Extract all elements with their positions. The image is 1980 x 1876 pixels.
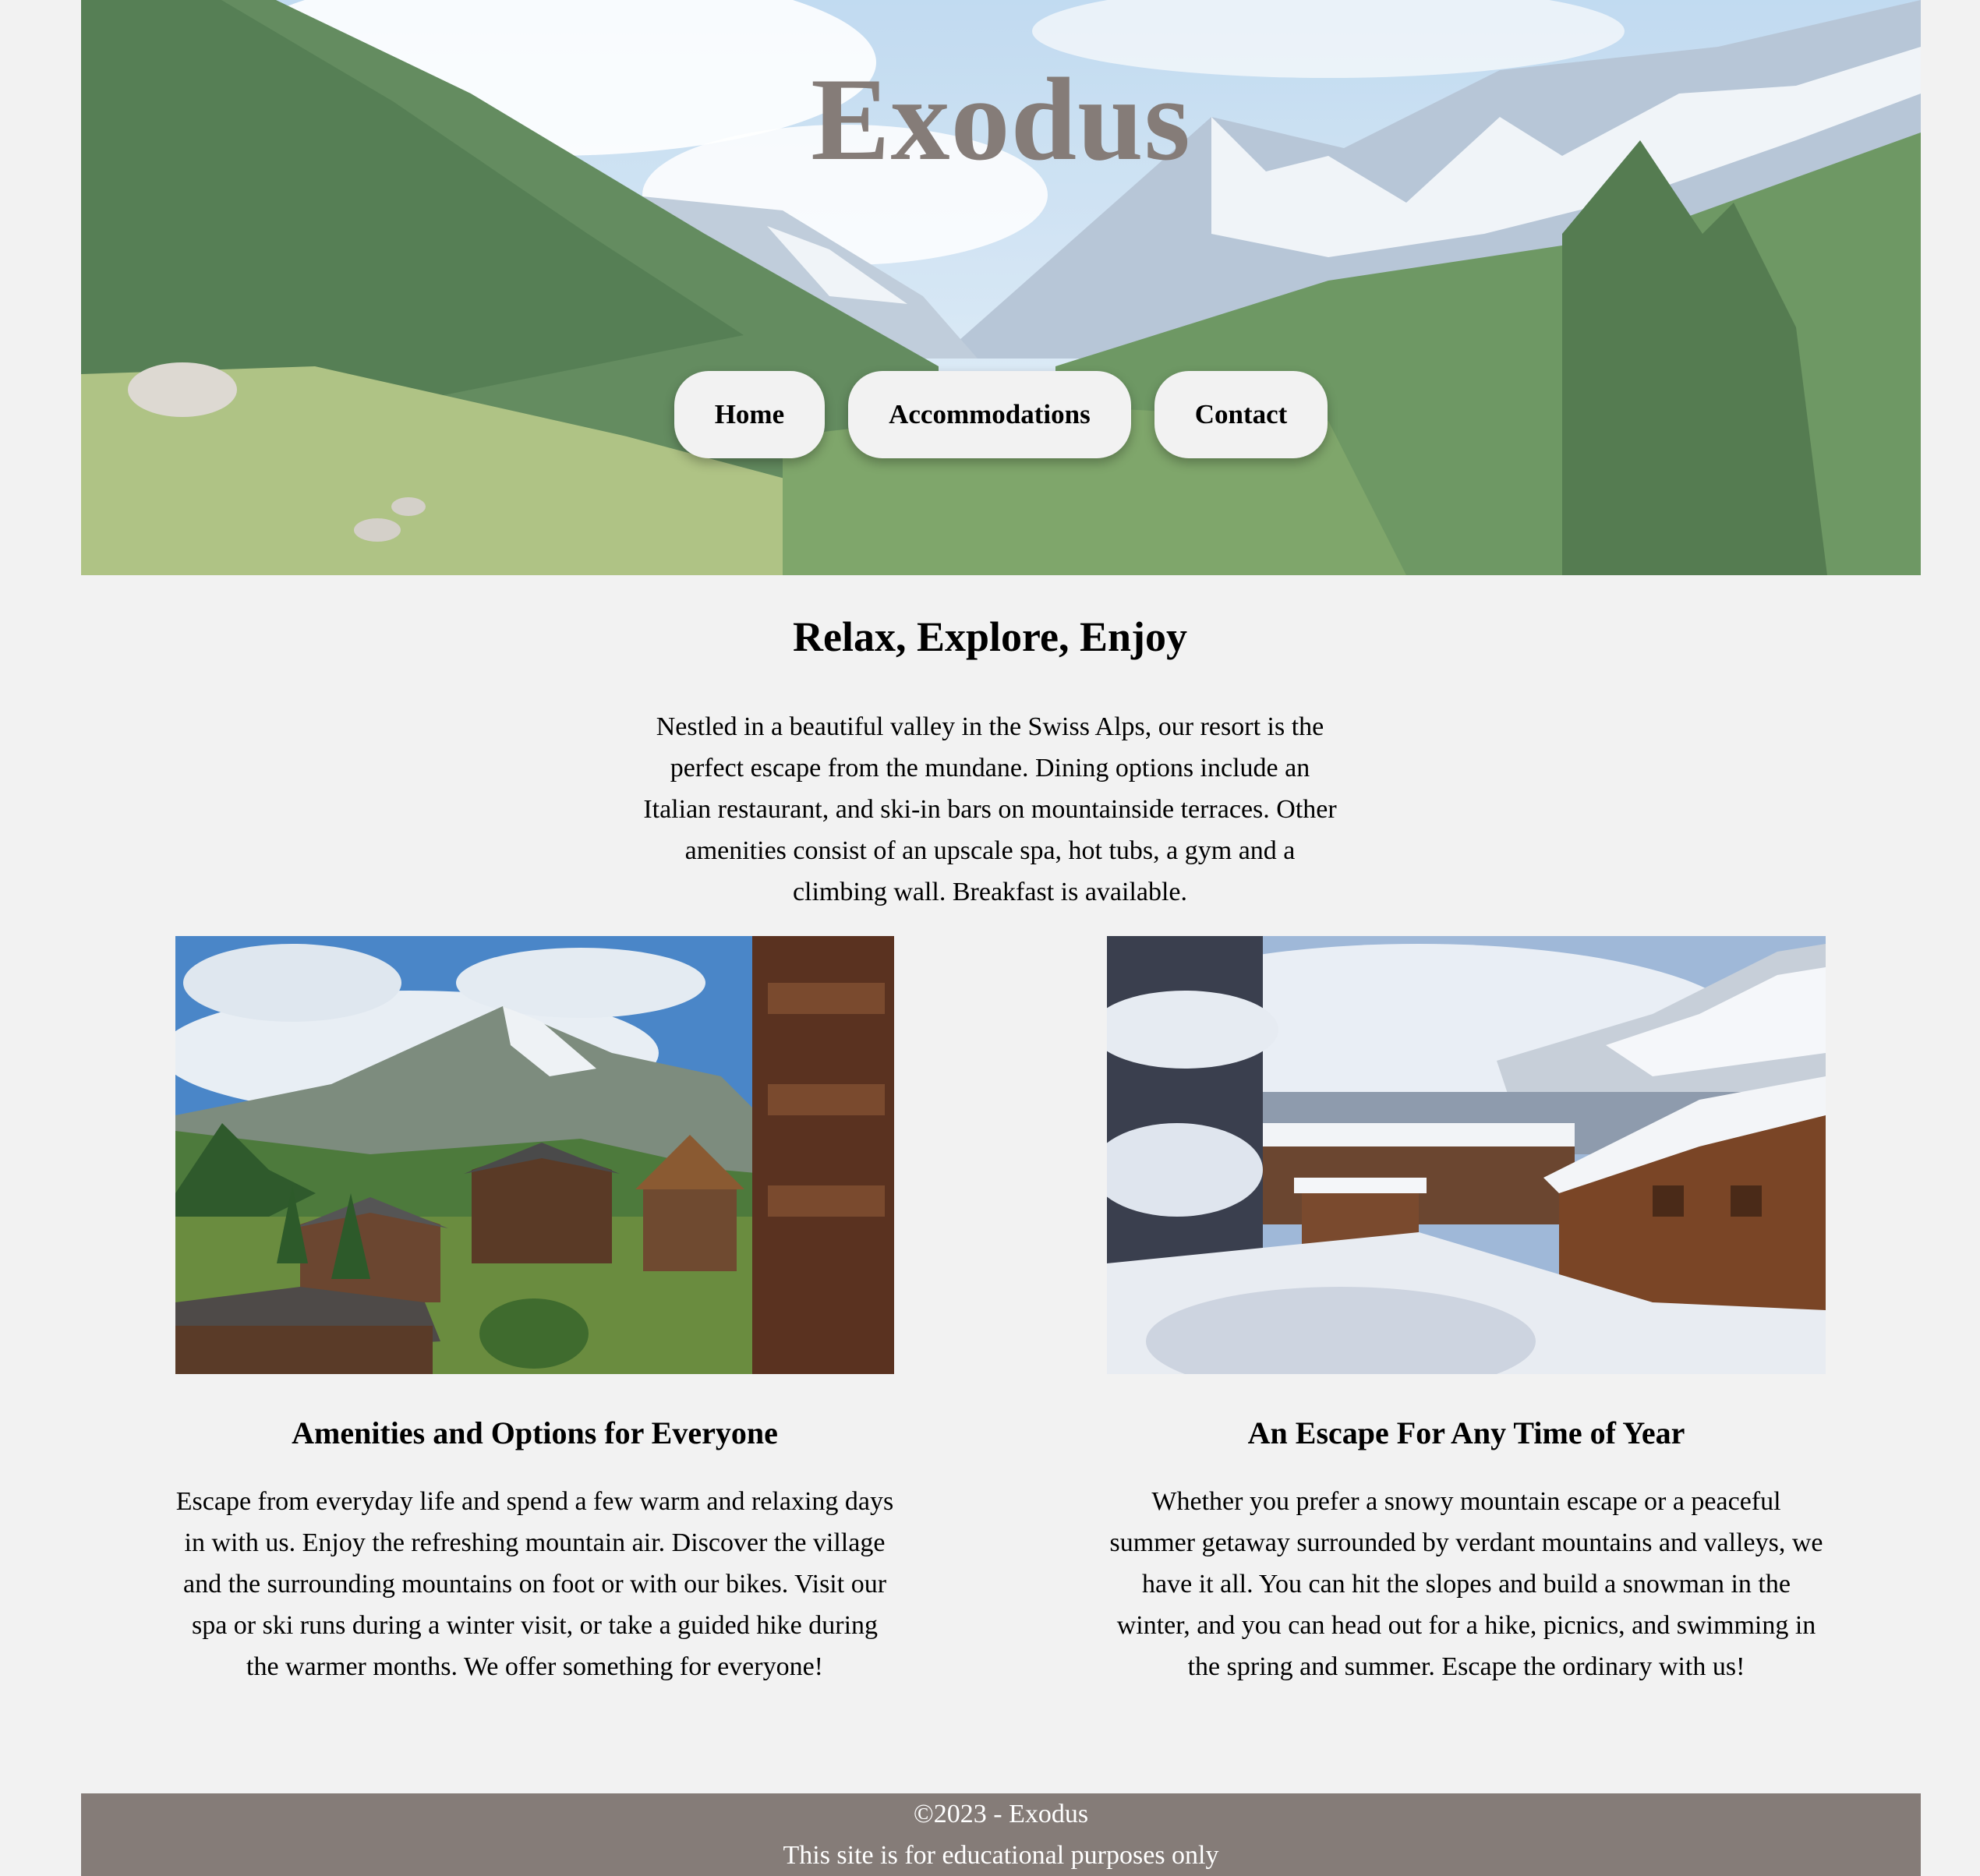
feature-any-time-heading: An Escape For Any Time of Year (1247, 1415, 1685, 1450)
feature-amenities: Amenities and Options for Everyone Escap… (175, 936, 894, 1687)
hero-banner: Exodus Home Accommodations Contact (81, 0, 1921, 575)
site-title: Exodus (811, 54, 1191, 185)
winter-village-photo (1107, 936, 1826, 1374)
feature-any-time-text: Whether you prefer a snowy mountain esca… (1109, 1487, 1823, 1681)
site-footer: ©2023 - Exodus This site is for educatio… (81, 1793, 1921, 1876)
footer-copyright: ©2023 - Exodus (913, 1800, 1089, 1828)
feature-amenities-text: Escape from everyday life and spend a fe… (175, 1487, 894, 1681)
nav-contact-button[interactable]: Contact (1154, 371, 1328, 458)
nav-accommodations-button[interactable]: Accommodations (848, 371, 1131, 458)
intro-paragraph: Nestled in a beautiful valley in the Swi… (643, 712, 1337, 906)
footer-note: This site is for educational purposes on… (783, 1841, 1219, 1870)
main-nav: Home Accommodations Contact (81, 371, 1921, 458)
feature-any-time: An Escape For Any Time of Year Whether y… (1107, 936, 1826, 1687)
nav-home-button[interactable]: Home (674, 371, 826, 458)
summer-village-photo (175, 936, 894, 1374)
intro-heading: Relax, Explore, Enjoy (792, 613, 1187, 660)
feature-amenities-heading: Amenities and Options for Everyone (292, 1415, 778, 1450)
